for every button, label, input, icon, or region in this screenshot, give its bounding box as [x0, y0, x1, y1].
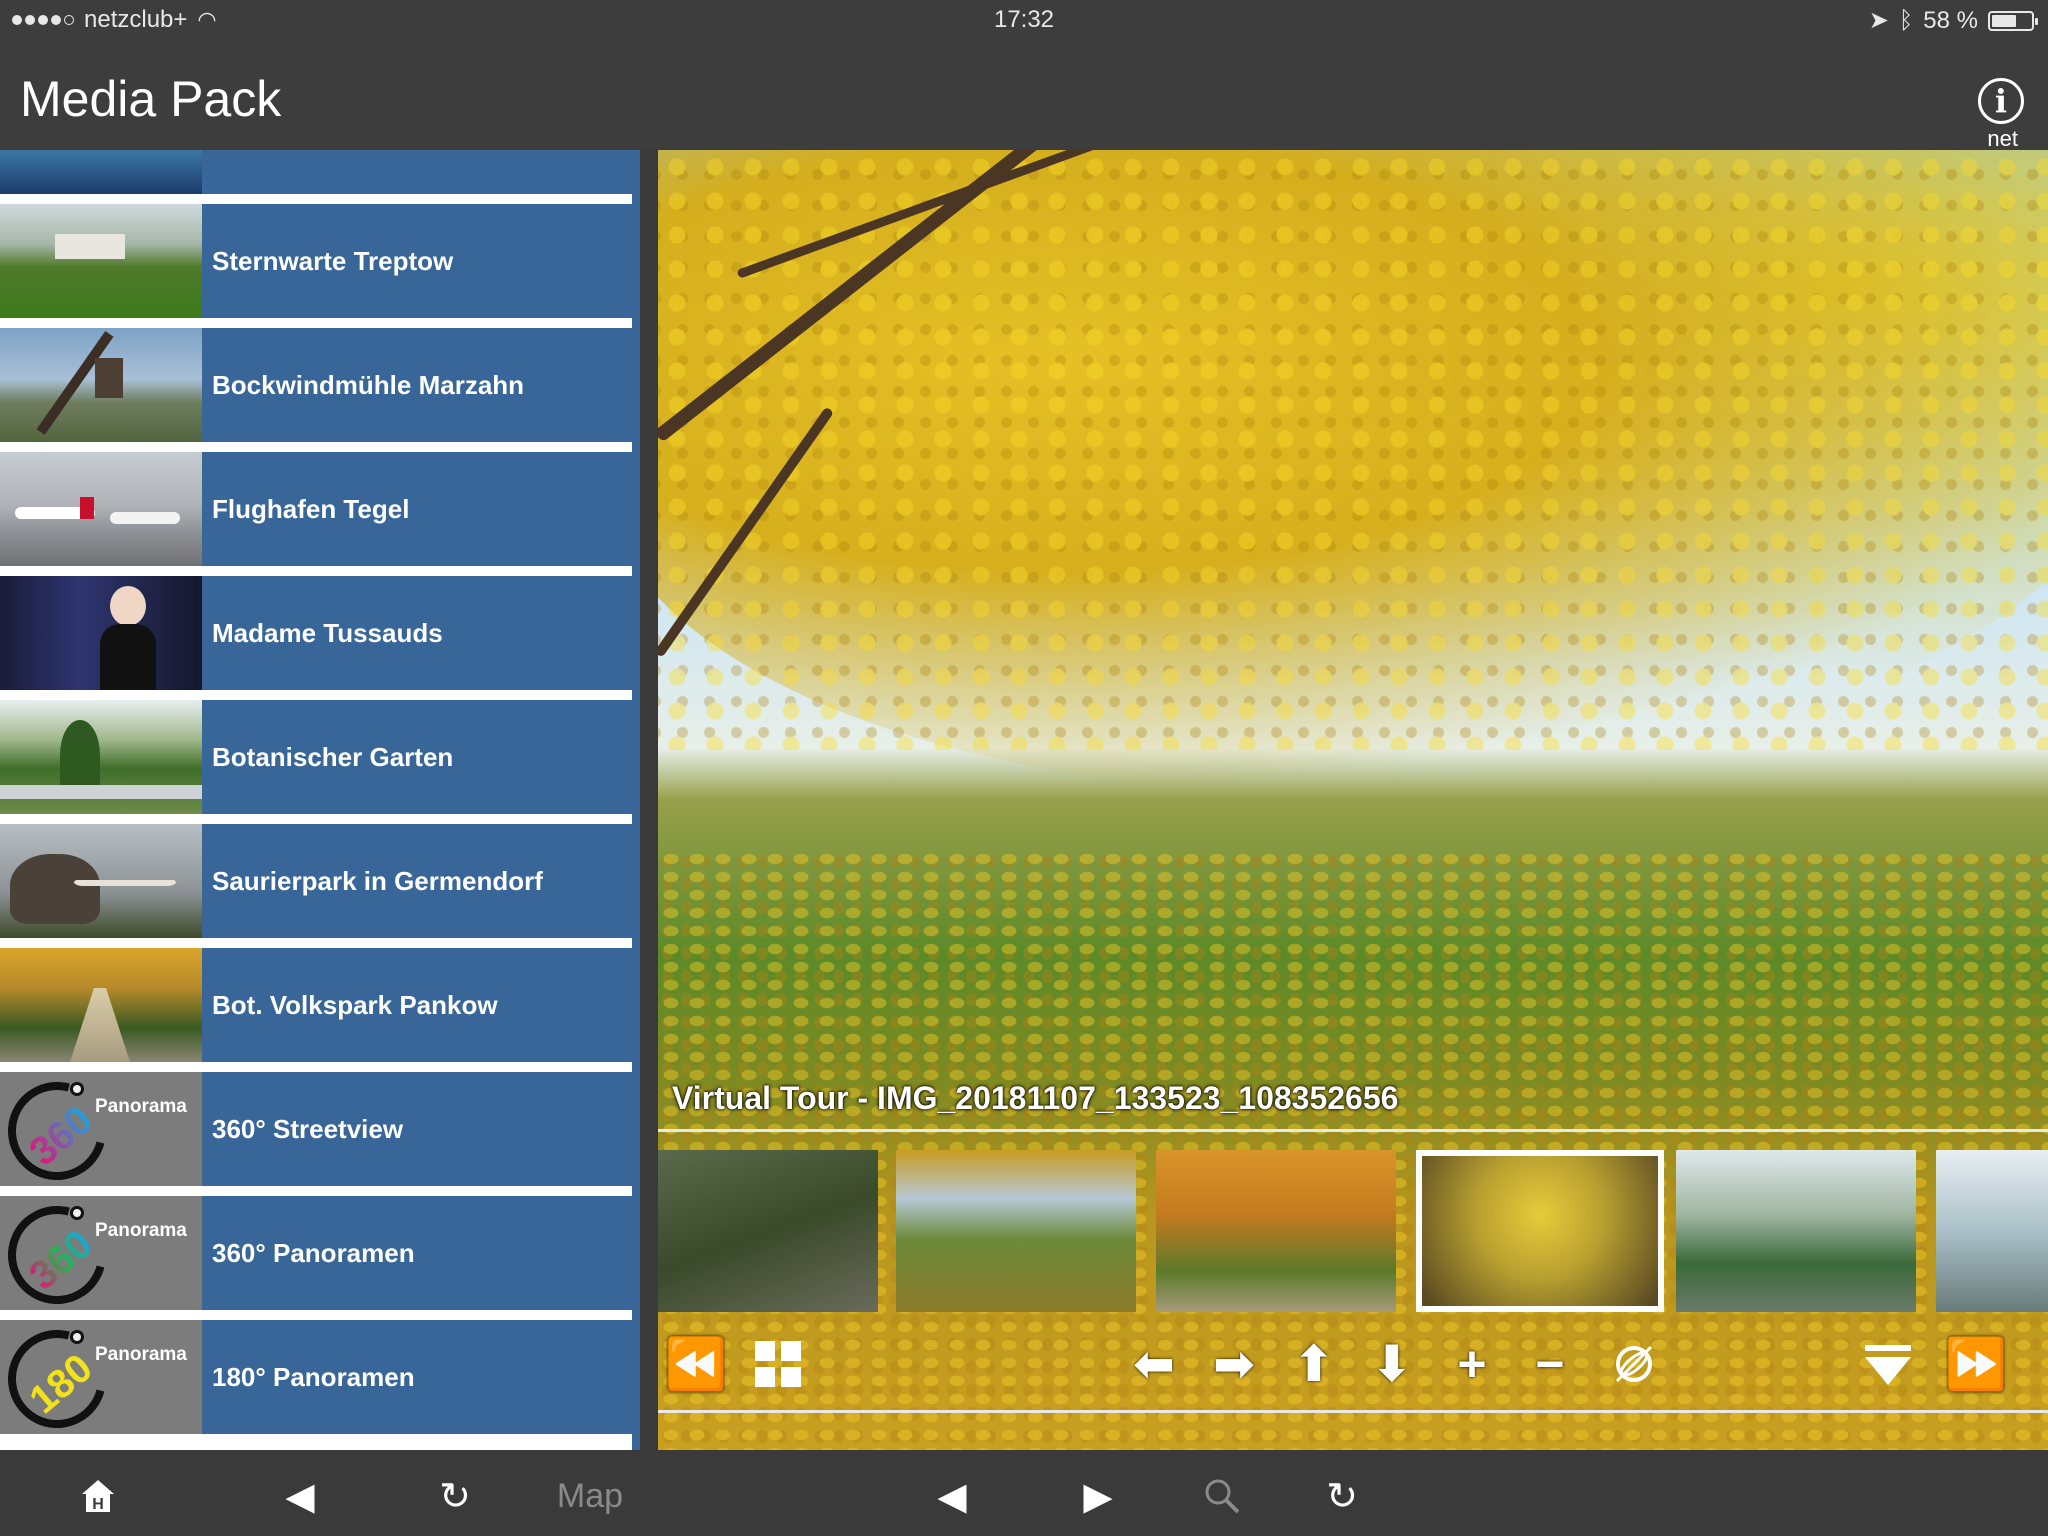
app-title: Media Pack	[20, 71, 282, 127]
divider	[658, 1410, 2048, 1413]
thumbnail[interactable]	[1936, 1150, 2048, 1312]
forward-icon[interactable]: ⏩	[1944, 1334, 2008, 1394]
battery-icon	[1988, 10, 2038, 31]
arrow-left-icon[interactable]: ⬅	[1122, 1334, 1186, 1394]
grid-icon[interactable]	[746, 1334, 810, 1394]
list-thumbnail	[0, 576, 202, 690]
list-item-180-panoramen[interactable]: 180 Panorama 180° Panoramen	[0, 1320, 632, 1434]
list-item-360-panoramen[interactable]: 360 Panorama 360° Panoramen	[0, 1196, 632, 1310]
list-item-volkspark-pankow[interactable]: Bot. Volkspark Pankow	[0, 948, 632, 1062]
list-item-label: Bockwindmühle Marzahn	[202, 328, 632, 442]
zoom-in-icon[interactable]: +	[1440, 1334, 1504, 1394]
panorama-360-icon: 360 Panorama	[0, 1196, 202, 1310]
list-item-label: 360° Streetview	[202, 1072, 632, 1186]
list-item-partial[interactable]	[0, 150, 632, 194]
viewer-controls: ⏪ ⬅ ➡ ⬆ ⬇ + − ⏩	[658, 1320, 2048, 1416]
list-item-label: Bot. Volkspark Pankow	[202, 948, 632, 1062]
gyroscope-icon[interactable]	[1602, 1334, 1666, 1394]
status-time: 17:32	[993, 6, 1055, 33]
sidebar-list[interactable]: Sternwarte Treptow Bockwindmühle Marzahn…	[0, 150, 640, 1450]
refresh-icon[interactable]: ↻	[1312, 1470, 1372, 1522]
zoom-out-icon[interactable]: −	[1518, 1334, 1582, 1394]
back-icon[interactable]: ◀	[270, 1470, 330, 1522]
status-bar: netzclub+ ◠ 17:32 ➤ ᛒ 58 %	[0, 0, 2048, 40]
thumbnail[interactable]	[896, 1150, 1136, 1312]
collapse-down-icon[interactable]	[1856, 1334, 1920, 1394]
reload-icon[interactable]: ↻	[425, 1470, 485, 1522]
thumbnail[interactable]	[1676, 1150, 1916, 1312]
divider	[658, 1129, 2048, 1132]
list-item-label: Sternwarte Treptow	[202, 204, 632, 318]
list-item-saurierpark[interactable]: Saurierpark in Germendorf	[0, 824, 632, 938]
panorama-180-icon: 180 Panorama	[0, 1320, 202, 1434]
thumbnail-selected[interactable]	[1416, 1150, 1664, 1312]
thumbnail[interactable]	[658, 1150, 878, 1312]
arrow-up-icon[interactable]: ⬆	[1282, 1334, 1346, 1394]
list-item-botanischer-garten[interactable]: Botanischer Garten	[0, 700, 632, 814]
thumbnail-strip[interactable]	[658, 1150, 2048, 1312]
rewind-icon[interactable]: ⏪	[664, 1334, 728, 1394]
map-button[interactable]: Map	[550, 1470, 630, 1522]
list-thumbnail	[0, 328, 202, 442]
list-item-madame-tussauds[interactable]: Madame Tussauds	[0, 576, 632, 690]
location-arrow-icon: ➤	[1868, 7, 1889, 34]
info-subtitle: net	[1987, 126, 2018, 151]
list-thumbnail	[0, 700, 202, 814]
list-item-label: 360° Panoramen	[202, 1196, 632, 1310]
arrow-right-icon[interactable]: ➡	[1202, 1334, 1266, 1394]
search-icon[interactable]	[1192, 1470, 1252, 1522]
bottom-toolbar: H ◀ ↻ Map ◀ ▶ ↻	[0, 1456, 2048, 1536]
status-right: ➤ ᛒ 58 %	[1868, 6, 2038, 35]
bluetooth-icon: ᛒ	[1898, 6, 1914, 34]
arrow-down-icon[interactable]: ⬇	[1360, 1334, 1424, 1394]
title-bar: Media Pack i net	[0, 40, 2048, 151]
list-item-label: Botanischer Garten	[202, 700, 632, 814]
home-icon[interactable]: H	[68, 1470, 128, 1522]
list-item-flughafen-tegel[interactable]: Flughafen Tegel	[0, 452, 632, 566]
list-thumbnail	[0, 452, 202, 566]
tour-caption: Virtual Tour - IMG_20181107_133523_10835…	[672, 1080, 1399, 1116]
list-thumbnail	[0, 948, 202, 1062]
list-item-sternwarte-treptow[interactable]: Sternwarte Treptow	[0, 204, 632, 318]
list-thumbnail	[0, 150, 202, 194]
list-item-label: Madame Tussauds	[202, 576, 632, 690]
list-item-label: 180° Panoramen	[202, 1320, 632, 1434]
next-icon[interactable]: ▶	[1068, 1470, 1128, 1522]
thumbnail[interactable]	[1156, 1150, 1396, 1312]
list-item-label: Saurierpark in Germendorf	[202, 824, 632, 938]
previous-icon[interactable]: ◀	[922, 1470, 982, 1522]
panorama-360-icon: 360 Panorama	[0, 1072, 202, 1186]
info-button[interactable]: i	[1978, 78, 2024, 124]
sidebar-scroll-edge	[632, 150, 640, 1450]
info-icon: i	[1994, 82, 2008, 120]
list-item-360-streetview[interactable]: 360 Panorama 360° Streetview	[0, 1072, 632, 1186]
svg-text:H: H	[92, 1496, 104, 1513]
list-item-label: Flughafen Tegel	[202, 452, 632, 566]
list-thumbnail	[0, 824, 202, 938]
battery-percent: 58 %	[1923, 6, 1978, 34]
list-thumbnail	[0, 204, 202, 318]
list-item-bockwindmuehle[interactable]: Bockwindmühle Marzahn	[0, 328, 632, 442]
